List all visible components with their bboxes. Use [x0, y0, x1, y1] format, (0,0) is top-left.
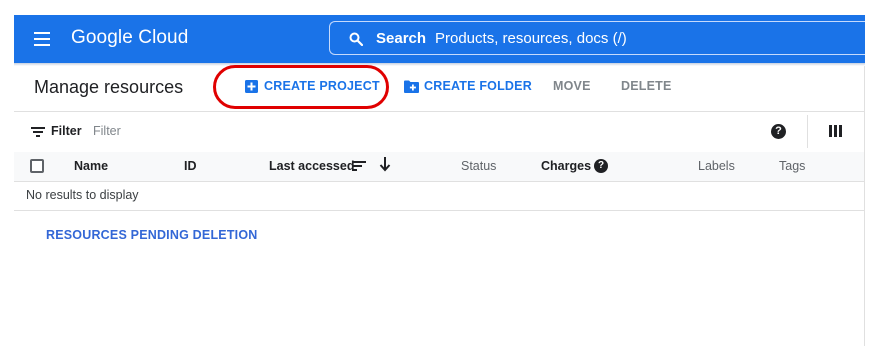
divider	[14, 111, 865, 112]
top-bar-shadow	[14, 63, 865, 66]
column-header-tags[interactable]: Tags	[779, 159, 805, 173]
new-folder-icon	[404, 80, 419, 93]
divider	[807, 115, 808, 148]
search-label: Search	[376, 30, 427, 47]
help-icon[interactable]: ?	[594, 159, 608, 173]
filter-label[interactable]: Filter	[51, 124, 82, 138]
top-app-bar: Google Cloud Search Products, resources,…	[14, 15, 865, 63]
create-folder-label: CREATE FOLDER	[424, 79, 532, 93]
view-columns-icon[interactable]	[829, 125, 842, 137]
search-placeholder: Products, resources, docs (/)	[435, 30, 627, 47]
select-all-checkbox[interactable]	[30, 159, 44, 173]
menu-icon[interactable]	[34, 32, 50, 46]
filter-input[interactable]: Filter	[93, 124, 121, 138]
divider	[14, 181, 865, 182]
highlight-annotation	[213, 65, 389, 109]
brand-logo[interactable]: Google Cloud	[71, 27, 188, 49]
panel-border	[864, 66, 865, 346]
search-bar[interactable]: Search Products, resources, docs (/)	[329, 21, 865, 55]
column-header-last-accessed[interactable]: Last accessed	[269, 159, 354, 173]
move-button[interactable]: MOVE	[553, 79, 591, 93]
empty-state-message: No results to display	[26, 188, 139, 202]
column-header-labels[interactable]: Labels	[698, 159, 735, 173]
delete-button[interactable]: DELETE	[621, 79, 672, 93]
sort-icon[interactable]	[352, 161, 366, 171]
column-header-charges[interactable]: Charges	[541, 159, 591, 173]
filter-icon[interactable]	[31, 127, 45, 137]
arrow-down-icon[interactable]	[379, 156, 391, 172]
divider	[14, 210, 865, 211]
page-title: Manage resources	[34, 77, 184, 97]
column-header-name[interactable]: Name	[74, 159, 108, 173]
help-icon[interactable]: ?	[771, 124, 786, 139]
search-icon	[349, 32, 363, 46]
resources-pending-deletion-link[interactable]: RESOURCES PENDING DELETION	[46, 228, 257, 242]
column-header-id[interactable]: ID	[184, 159, 197, 173]
create-folder-button[interactable]: CREATE FOLDER	[404, 79, 532, 93]
column-header-status[interactable]: Status	[461, 159, 496, 173]
table-header	[14, 152, 865, 181]
